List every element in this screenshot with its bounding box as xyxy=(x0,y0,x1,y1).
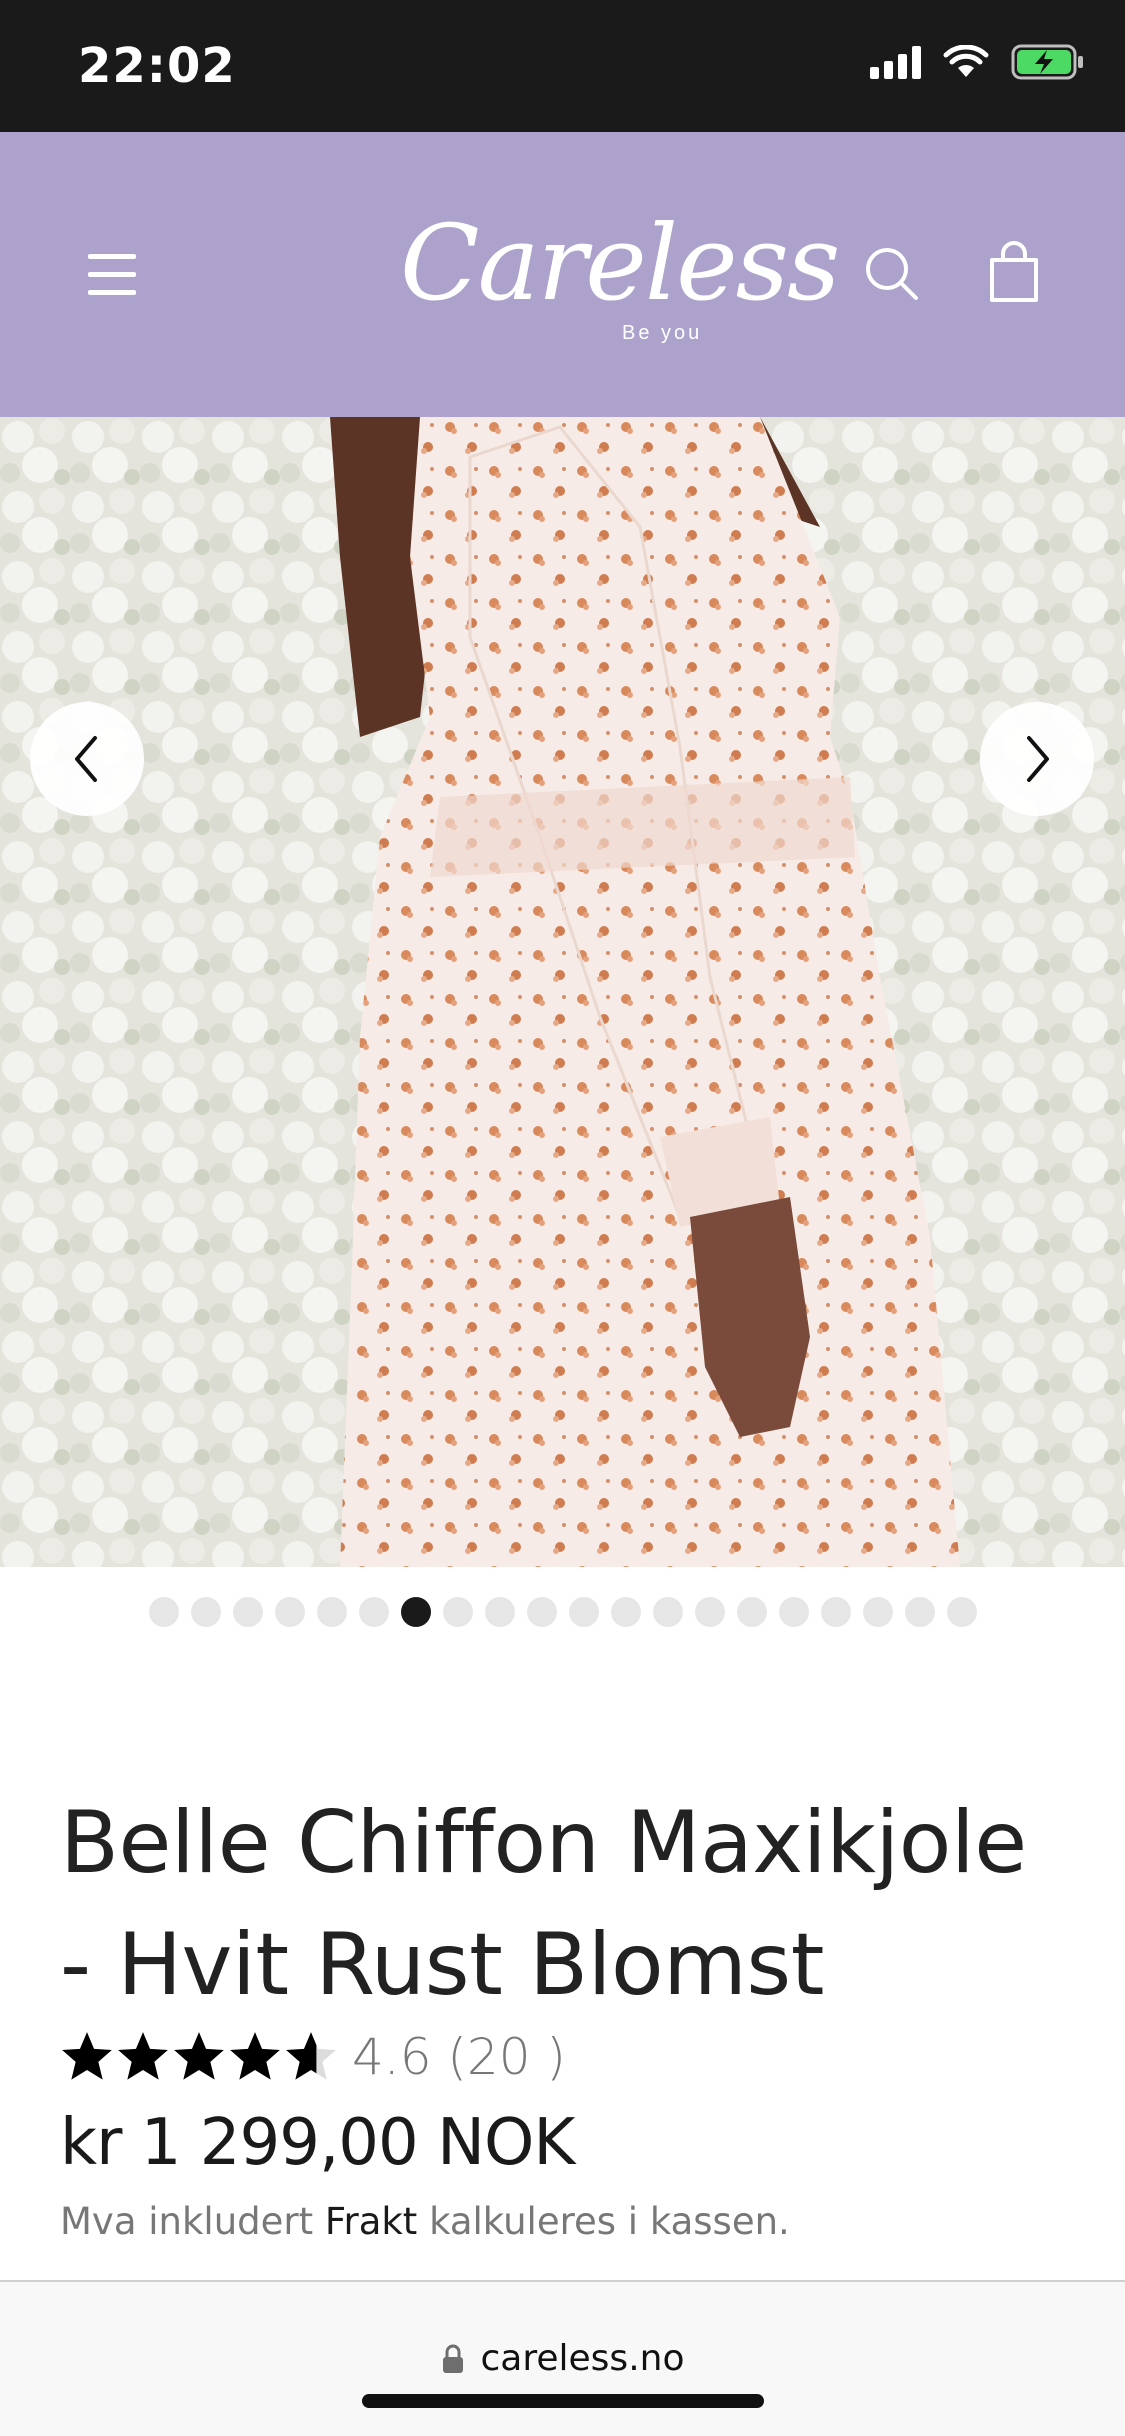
logo-tagline: Be you xyxy=(622,322,703,344)
product-image-gallery[interactable] xyxy=(0,417,1125,1567)
lock-icon xyxy=(442,2344,463,2373)
browser-url-bar[interactable]: careless.no xyxy=(0,2280,1125,2436)
next-image-button[interactable] xyxy=(980,702,1094,816)
product-image xyxy=(0,417,1125,1567)
gallery-dot[interactable] xyxy=(610,1597,641,1627)
home-indicator[interactable] xyxy=(362,2394,764,2408)
shopping-bag-icon[interactable] xyxy=(984,240,1044,304)
gallery-pagination xyxy=(0,1597,1125,1631)
site-header: Careless Be you xyxy=(0,132,1125,417)
gallery-dot[interactable] xyxy=(148,1597,179,1627)
product-title: Belle Chiffon Maxikjole - Hvit Rust Blom… xyxy=(60,1793,1027,2015)
star-icon xyxy=(174,2032,224,2080)
shipping-link[interactable]: Frakt xyxy=(325,2200,417,2243)
rating-text: 4.6 (20 ) xyxy=(352,2028,566,2086)
tax-suffix: kalkuleres i kassen. xyxy=(429,2200,790,2243)
chevron-right-icon xyxy=(1027,736,1049,782)
gallery-dot[interactable] xyxy=(694,1597,725,1627)
wifi-icon xyxy=(943,45,989,77)
gallery-dot[interactable] xyxy=(316,1597,347,1627)
gallery-dot[interactable] xyxy=(274,1597,305,1627)
star-icon xyxy=(118,2032,168,2080)
product-price: kr 1 299,00 NOK xyxy=(60,2106,575,2180)
gallery-dot[interactable] xyxy=(862,1597,893,1627)
hamburger-menu-icon[interactable] xyxy=(82,244,142,304)
signal-icon xyxy=(870,45,921,79)
search-icon[interactable] xyxy=(862,244,922,304)
star-icon xyxy=(230,2032,280,2080)
gallery-dot[interactable] xyxy=(820,1597,851,1627)
tax-note: Mva inkludert Frakt kalkuleres i kassen. xyxy=(60,2200,790,2243)
gallery-dot[interactable] xyxy=(904,1597,935,1627)
gallery-dot[interactable] xyxy=(190,1597,221,1627)
tax-prefix: Mva inkludert xyxy=(60,2200,314,2243)
previous-image-button[interactable] xyxy=(30,702,144,816)
chevron-left-icon xyxy=(75,736,97,782)
status-icons xyxy=(870,44,1085,80)
gallery-dot[interactable] xyxy=(400,1597,431,1627)
battery-charging-icon xyxy=(1011,44,1083,80)
gallery-dot[interactable] xyxy=(442,1597,473,1627)
brand-logo[interactable]: Careless Be you xyxy=(390,172,840,372)
gallery-dot[interactable] xyxy=(778,1597,809,1627)
star-icon xyxy=(62,2032,112,2080)
product-rating[interactable]: 4.6 (20 ) xyxy=(60,2022,566,2092)
gallery-dot[interactable] xyxy=(568,1597,599,1627)
gallery-dot[interactable] xyxy=(526,1597,557,1627)
rating-stars xyxy=(60,2030,338,2084)
status-bar: 22:02 xyxy=(0,0,1125,132)
gallery-dot[interactable] xyxy=(484,1597,515,1627)
gallery-dot[interactable] xyxy=(652,1597,683,1627)
gallery-dot[interactable] xyxy=(946,1597,977,1627)
gallery-dot[interactable] xyxy=(358,1597,389,1627)
status-time: 22:02 xyxy=(78,38,236,94)
gallery-dot[interactable] xyxy=(736,1597,767,1627)
url-text: careless.no xyxy=(480,2338,685,2379)
gallery-dot[interactable] xyxy=(232,1597,263,1627)
star-icon xyxy=(286,2032,336,2080)
logo-text: Careless xyxy=(400,202,840,324)
